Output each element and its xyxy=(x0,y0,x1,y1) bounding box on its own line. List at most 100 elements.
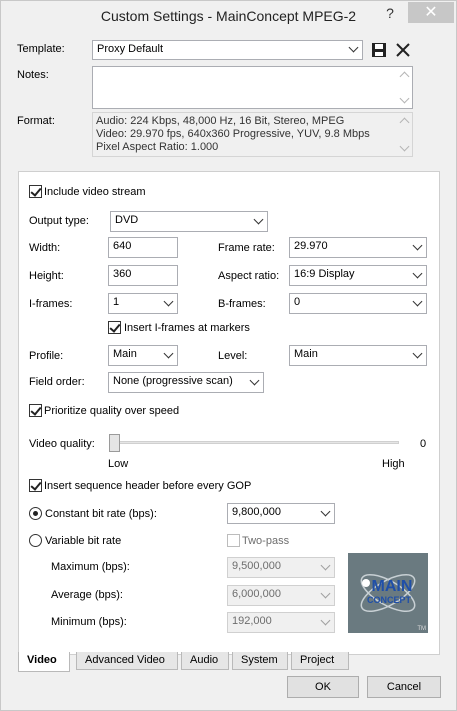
average-select[interactable]: 6,000,000 xyxy=(227,585,335,606)
format-info: Audio: 224 Kbps, 48,000 Hz, 16 Bit, Ster… xyxy=(92,112,413,157)
include-video-label: Include video stream xyxy=(44,186,146,198)
output-type-label: Output type: xyxy=(29,215,89,227)
maximum-select[interactable]: 9,500,000 xyxy=(227,557,335,578)
chevron-down-icon xyxy=(165,298,173,306)
height-label: Height: xyxy=(29,270,64,282)
chevron-down-icon xyxy=(350,44,358,52)
tab-system[interactable]: System xyxy=(232,652,288,670)
chevron-down-icon xyxy=(414,242,422,250)
profile-value: Main xyxy=(113,348,137,360)
vbr-label: Variable bit rate xyxy=(45,535,122,547)
cbr-value: 9,800,000 xyxy=(232,506,281,518)
cancel-button[interactable]: Cancel xyxy=(367,676,441,698)
title-bar: Custom Settings - MainConcept MPEG-2 ? ✕ xyxy=(1,1,456,31)
cbr-select[interactable]: 9,800,000 xyxy=(227,503,335,524)
mainconcept-logo: MAIN CONCEPT TM xyxy=(348,553,428,633)
width-label: Width: xyxy=(29,242,61,254)
video-quality-high-label: High xyxy=(382,458,405,470)
profile-select[interactable]: Main xyxy=(108,345,178,366)
ok-button[interactable]: OK xyxy=(287,676,359,698)
format-line-video: Video: 29.970 fps, 640x360 Progressive, … xyxy=(96,128,370,140)
iframes-select[interactable]: 1 xyxy=(108,293,178,314)
chevron-down-icon xyxy=(322,562,330,570)
minimum-select[interactable]: 192,000 xyxy=(227,612,335,633)
frame-rate-value: 29.970 xyxy=(294,240,328,252)
cbr-label: Constant bit rate (bps): xyxy=(45,508,157,520)
chevron-down-icon xyxy=(255,216,263,224)
frame-rate-select[interactable]: 29.970 xyxy=(289,237,427,258)
logo-word-main: MAIN xyxy=(371,578,413,595)
insert-iframes-checkbox[interactable] xyxy=(108,321,121,334)
chevron-down-icon xyxy=(322,590,330,598)
tab-advanced-video[interactable]: Advanced Video xyxy=(76,652,178,670)
video-quality-track[interactable] xyxy=(112,441,399,444)
minimum-value: 192,000 xyxy=(232,615,272,627)
scroll-up-icon xyxy=(399,117,410,128)
level-value: Main xyxy=(294,348,318,360)
tab-project[interactable]: Project xyxy=(291,652,349,670)
close-button[interactable]: ✕ xyxy=(408,2,454,23)
prioritize-quality-label: Prioritize quality over speed xyxy=(44,405,180,417)
include-video-checkbox[interactable] xyxy=(29,185,42,198)
video-quality-low-label: Low xyxy=(108,458,129,470)
height-value: 360 xyxy=(113,268,132,280)
help-button[interactable]: ? xyxy=(380,5,400,25)
bframes-value: 0 xyxy=(294,296,301,308)
iframes-label: I-frames: xyxy=(29,298,73,310)
template-select[interactable]: Proxy Default xyxy=(92,40,363,60)
format-line-par: Pixel Aspect Ratio: 1.000 xyxy=(96,141,219,153)
level-label: Level: xyxy=(218,350,248,362)
chevron-down-icon xyxy=(165,350,173,358)
video-tab-panel: Include video stream Output type: DVD Wi… xyxy=(18,171,440,655)
notes-scrollbar[interactable] xyxy=(396,67,412,108)
chevron-down-icon xyxy=(322,508,330,516)
field-order-select[interactable]: None (progressive scan) xyxy=(108,372,264,393)
prioritize-quality-checkbox[interactable] xyxy=(29,404,42,417)
chevron-down-icon xyxy=(251,377,259,385)
video-quality-label: Video quality: xyxy=(29,438,95,450)
delete-icon[interactable] xyxy=(394,41,412,59)
format-label: Format: xyxy=(17,115,55,127)
output-type-value: DVD xyxy=(115,214,139,226)
field-order-label: Field order: xyxy=(29,376,85,388)
cbr-radio[interactable] xyxy=(29,507,42,520)
save-icon[interactable] xyxy=(370,41,388,59)
video-quality-value: 0 xyxy=(420,438,427,450)
chevron-down-icon xyxy=(414,270,422,278)
format-line-audio: Audio: 224 Kbps, 48,000 Hz, 16 Bit, Ster… xyxy=(96,115,345,127)
sequence-header-checkbox[interactable] xyxy=(29,479,42,492)
vbr-radio[interactable] xyxy=(29,534,42,547)
bframes-label: B-frames: xyxy=(218,298,266,310)
iframes-value: 1 xyxy=(113,296,120,308)
output-type-select[interactable]: DVD xyxy=(110,211,268,232)
height-input[interactable]: 360 xyxy=(108,265,178,286)
average-value: 6,000,000 xyxy=(232,588,281,600)
chevron-down-icon xyxy=(414,350,422,358)
format-scrollbar[interactable] xyxy=(396,113,412,156)
notes-label: Notes: xyxy=(17,69,49,81)
video-quality-slider[interactable] xyxy=(109,434,120,452)
maximum-label: Maximum (bps): xyxy=(51,561,130,573)
notes-textarea[interactable] xyxy=(92,66,413,109)
dialog-window: Custom Settings - MainConcept MPEG-2 ? ✕… xyxy=(0,0,457,711)
template-label: Template: xyxy=(17,43,65,55)
width-value: 640 xyxy=(113,240,132,252)
two-pass-checkbox[interactable] xyxy=(227,534,240,547)
tab-video[interactable]: Video xyxy=(18,652,70,672)
aspect-ratio-select[interactable]: 16:9 Display xyxy=(289,265,427,286)
width-input[interactable]: 640 xyxy=(108,237,178,258)
tab-audio[interactable]: Audio xyxy=(181,652,229,670)
scroll-down-icon xyxy=(399,141,410,152)
average-label: Average (bps): xyxy=(51,589,123,601)
minimum-label: Minimum (bps): xyxy=(51,616,127,628)
sequence-header-label: Insert sequence header before every GOP xyxy=(44,480,252,492)
level-select[interactable]: Main xyxy=(289,345,427,366)
template-value: Proxy Default xyxy=(97,43,164,55)
frame-rate-label: Frame rate: xyxy=(218,242,275,254)
aspect-ratio-value: 16:9 Display xyxy=(294,268,355,280)
chevron-down-icon xyxy=(322,617,330,625)
logo-trademark: TM xyxy=(417,626,426,632)
bframes-select[interactable]: 0 xyxy=(289,293,427,314)
insert-iframes-label: Insert I-frames at markers xyxy=(124,322,250,334)
maximum-value: 9,500,000 xyxy=(232,560,281,572)
